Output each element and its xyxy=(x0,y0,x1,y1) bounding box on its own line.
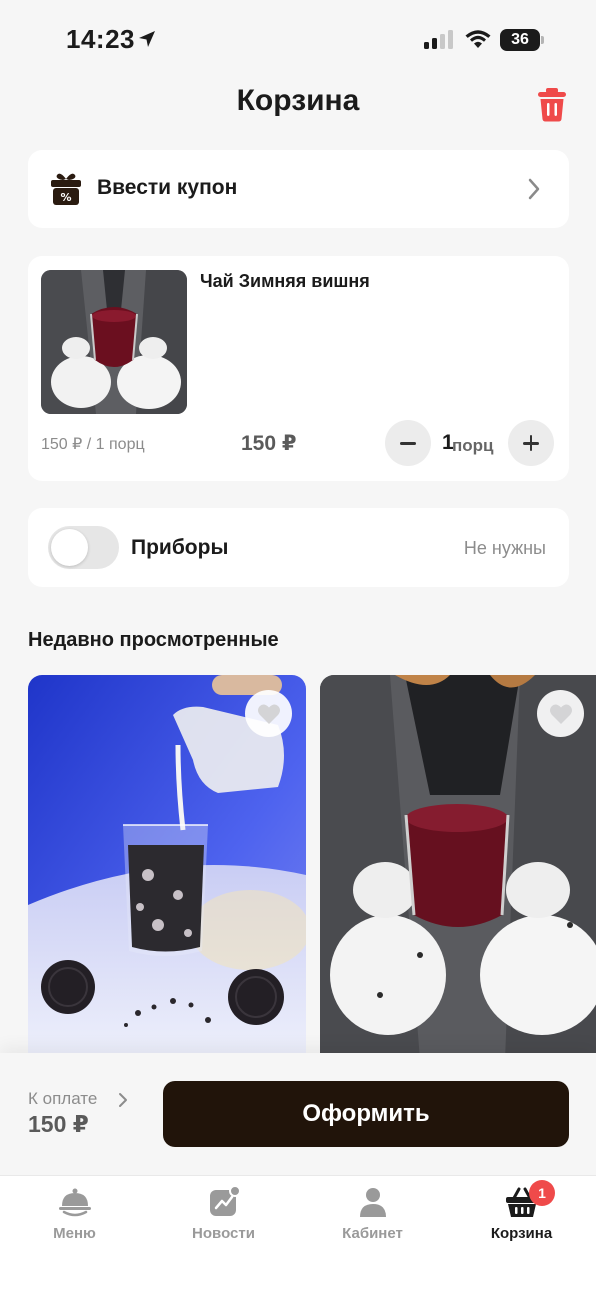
recent-product-card[interactable] xyxy=(28,675,306,1060)
gift-coupon-icon: % xyxy=(51,173,81,205)
checkout-bar: К оплате 150 ₽ Оформить xyxy=(0,1053,596,1175)
tab-profile[interactable]: Кабинет xyxy=(298,1176,447,1256)
svg-text:%: % xyxy=(60,191,71,204)
tab-label: Кабинет xyxy=(342,1225,403,1242)
favorite-button[interactable] xyxy=(537,690,584,737)
recent-product-card[interactable] xyxy=(320,675,596,1060)
checkout-button[interactable]: Оформить xyxy=(163,1081,569,1147)
chevron-right-icon xyxy=(528,178,540,200)
location-arrow-icon xyxy=(139,31,155,47)
status-bar: 14:23 36 xyxy=(0,0,596,80)
cart-item-name: Чай Зимняя вишня xyxy=(200,271,370,291)
tab-label: Новости xyxy=(192,1225,255,1242)
cellular-signal-icon xyxy=(424,30,453,49)
status-time: 14:23 xyxy=(66,24,135,54)
chevron-right-icon xyxy=(119,1093,127,1107)
pay-label[interactable]: К оплате xyxy=(28,1089,97,1109)
utensils-toggle[interactable] xyxy=(48,526,119,569)
decrease-quantity-button[interactable] xyxy=(385,420,431,466)
person-icon xyxy=(360,1188,386,1217)
favorite-button[interactable] xyxy=(245,690,292,737)
cloche-icon xyxy=(59,1188,91,1217)
cart-item-total: 150 ₽ xyxy=(241,432,297,455)
coupon-row[interactable]: % Ввести купон xyxy=(28,150,569,228)
page-title: Корзина xyxy=(236,84,360,117)
tab-bar: Меню Новости Кабинет 1 Корзина xyxy=(0,1175,596,1290)
tab-label: Корзина xyxy=(490,1225,553,1242)
cart-item-unit-price: 150 ₽ / 1 порц xyxy=(41,436,145,453)
quantity-unit: порц xyxy=(452,436,494,455)
utensils-value: Не нужны xyxy=(463,538,546,558)
coupon-label: Ввести купон xyxy=(97,176,238,199)
toggle-knob xyxy=(51,529,88,566)
battery-level: 36 xyxy=(511,31,529,48)
pay-sum: 150 ₽ xyxy=(28,1111,89,1137)
cart-count-badge: 1 xyxy=(529,1180,555,1206)
heart-icon xyxy=(550,704,572,724)
tab-cart[interactable]: 1 Корзина xyxy=(447,1176,596,1256)
increase-quantity-button[interactable] xyxy=(508,420,554,466)
tab-label: Меню xyxy=(53,1225,96,1242)
utensils-row: Приборы Не нужны xyxy=(28,508,569,587)
recently-viewed-title: Недавно просмотренные xyxy=(28,629,279,651)
tab-news[interactable]: Новости xyxy=(149,1176,298,1256)
heart-icon xyxy=(258,704,280,724)
cart-item-image[interactable] xyxy=(41,270,187,414)
trash-icon[interactable] xyxy=(536,88,568,122)
wifi-icon xyxy=(465,30,491,48)
news-chart-icon xyxy=(210,1185,241,1216)
battery-icon: 36 xyxy=(500,29,544,51)
tab-menu[interactable]: Меню xyxy=(0,1176,149,1256)
utensils-label: Приборы xyxy=(131,536,229,559)
cart-item: Чай Зимняя вишня 150 ₽ / 1 порц 150 ₽ 1 … xyxy=(28,256,569,481)
